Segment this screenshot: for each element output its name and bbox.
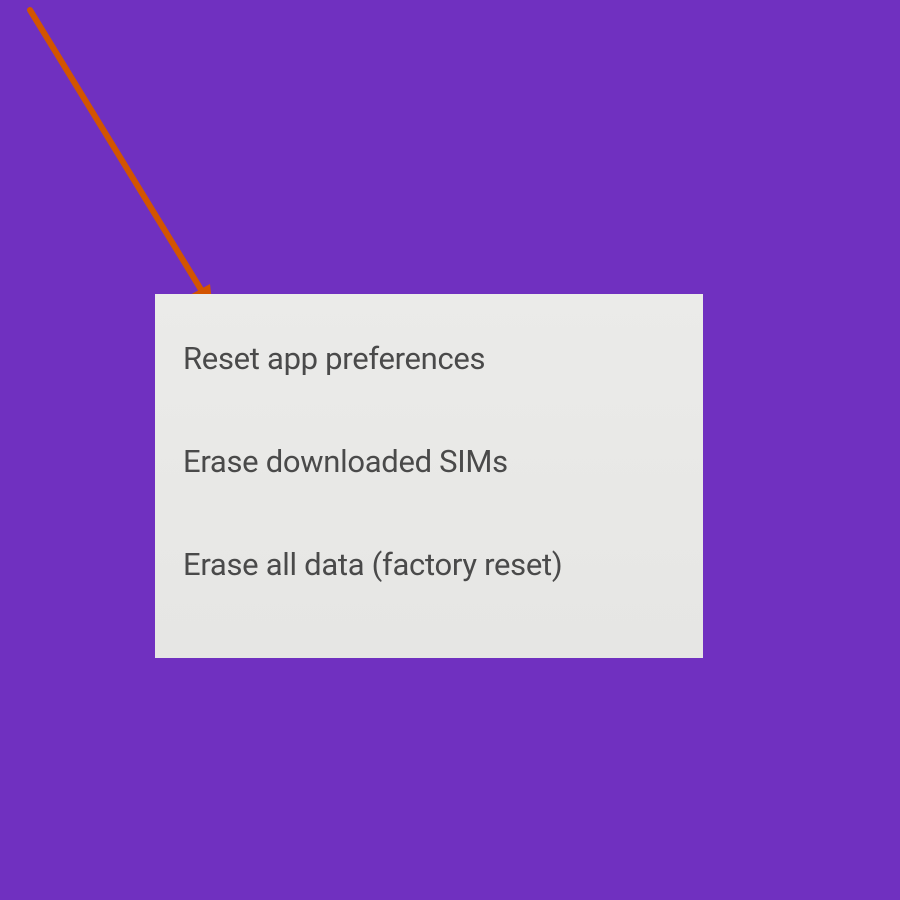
- setting-label: Reset app preferences: [183, 340, 485, 377]
- erase-all-data-option[interactable]: Erase all data (factory reset): [183, 528, 675, 601]
- reset-app-preferences-option[interactable]: Reset app preferences: [183, 332, 675, 395]
- setting-label: Erase all data (factory reset): [183, 546, 562, 583]
- arrow-icon: [18, 6, 248, 326]
- reset-options-panel: Reset app preferences Erase downloaded S…: [155, 294, 703, 658]
- erase-downloaded-sims-option[interactable]: Erase downloaded SIMs: [183, 425, 675, 498]
- pointer-arrow-annotation: [18, 6, 248, 326]
- setting-label: Erase downloaded SIMs: [183, 443, 508, 480]
